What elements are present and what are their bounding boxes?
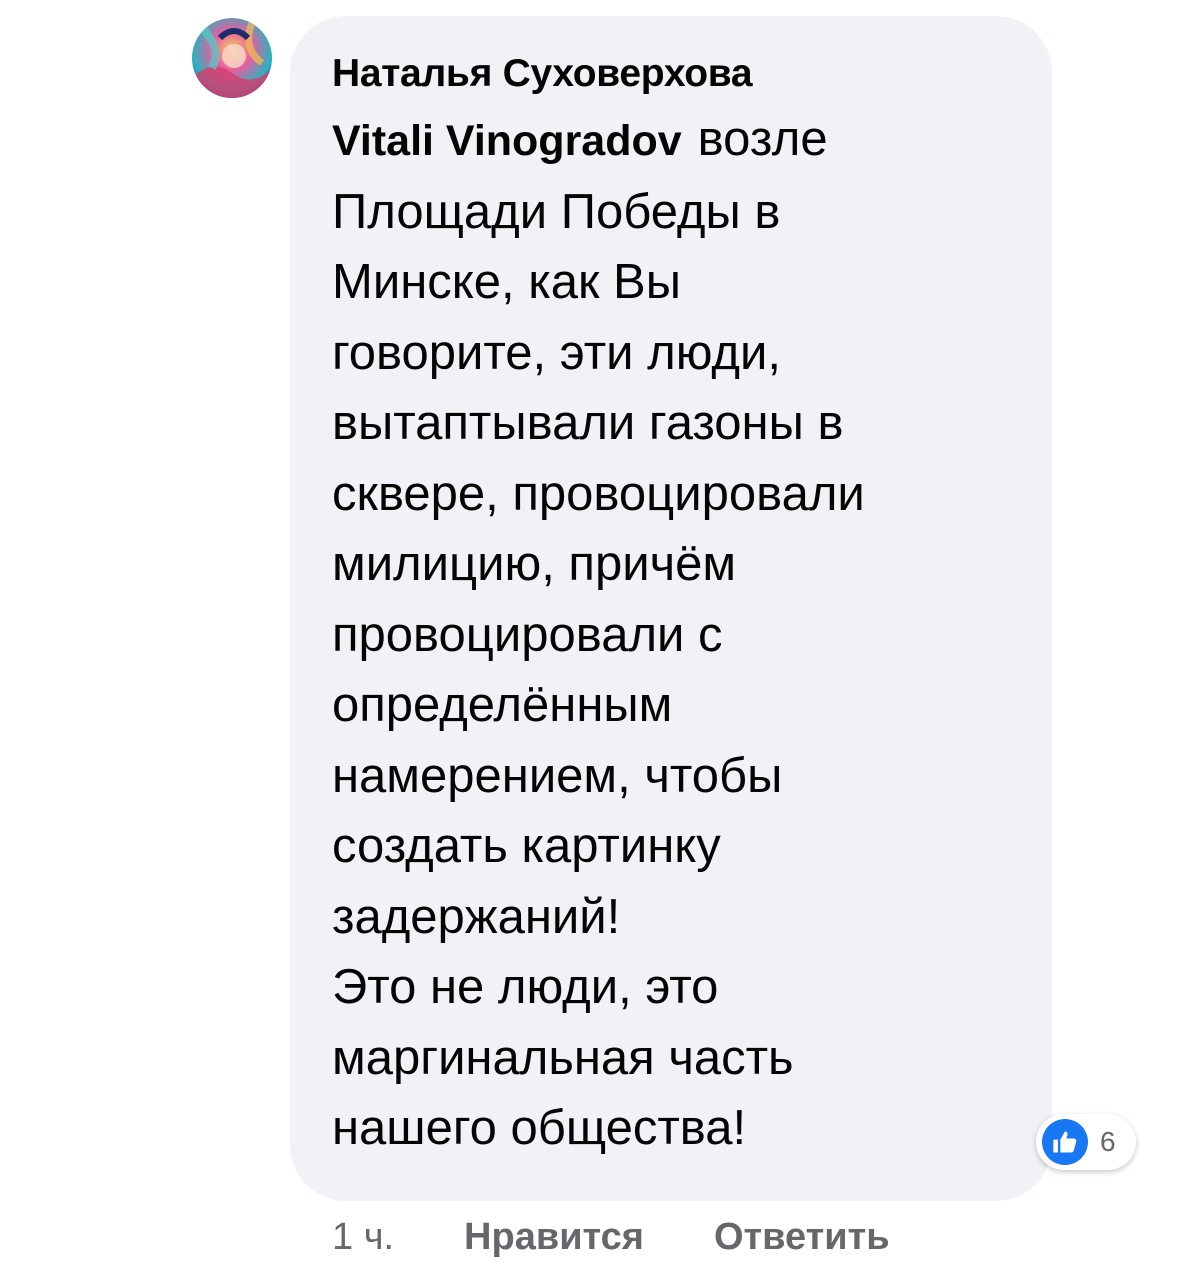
reactions-summary[interactable]: 6	[1036, 1114, 1136, 1170]
comment-actions: 1 ч. Нравится Ответить	[332, 1216, 890, 1259]
comment-line: Это не люди, это	[332, 960, 719, 1014]
comment-line: сквере, провоцировали	[332, 466, 865, 521]
comment-line: вытаптывали газоны в	[332, 396, 844, 450]
comment-line: Минске, как Вы	[332, 255, 681, 309]
comment-line: говорите, эти люди,	[332, 325, 781, 380]
comment-line-text: возле	[697, 112, 828, 166]
author-avatar[interactable]	[192, 18, 272, 98]
comment-line: намерением, чтобы	[332, 748, 783, 803]
reply-button[interactable]: Ответить	[714, 1216, 890, 1259]
comment-line: Площади Победы в	[332, 184, 781, 239]
comment-line: провоцировали с	[332, 607, 723, 662]
reaction-count: 6	[1100, 1126, 1116, 1157]
mention-link[interactable]: Vitali Vinogradov	[332, 117, 682, 165]
like-icon	[1042, 1119, 1088, 1165]
comment-line: Vitali Vinogradov возле	[332, 104, 1012, 177]
comment-author[interactable]: Наталья Суховерхова	[332, 52, 1012, 96]
like-button[interactable]: Нравится	[464, 1216, 644, 1259]
comment-line: задержаний!	[332, 889, 621, 944]
comment-line: милицию, причём	[332, 537, 737, 591]
comment-timestamp[interactable]: 1 ч.	[332, 1216, 394, 1259]
comment-line: маргинальная часть	[332, 1030, 794, 1085]
comment-text: Vitali Vinogradov возле Площади Победы в …	[332, 104, 1012, 1164]
comment-bubble: Наталья Суховерхова Vitali Vinogradov воз…	[290, 16, 1052, 1201]
comment-line: определённым	[332, 678, 673, 732]
comment-line: нашего общества!	[332, 1101, 747, 1155]
comment-line: создать картинку	[332, 819, 721, 873]
